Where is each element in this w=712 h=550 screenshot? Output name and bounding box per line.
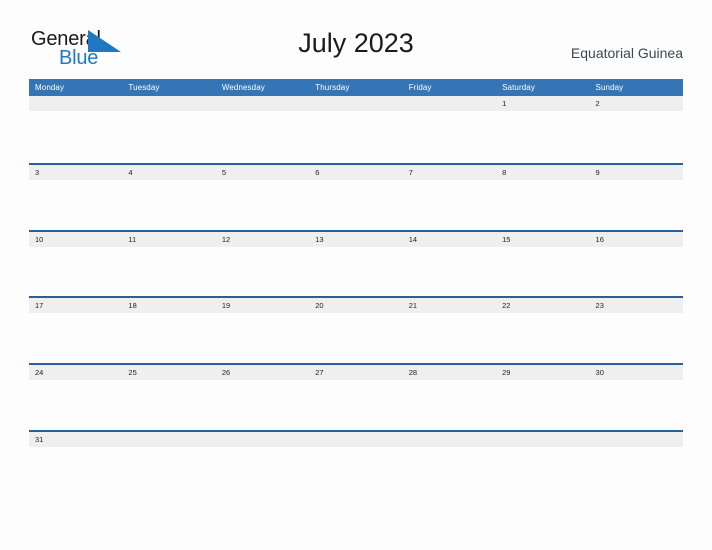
day-cell[interactable]: 13	[309, 232, 402, 247]
calendar-page: General Blue July 2023 Equatorial Guinea…	[0, 0, 712, 550]
day-cell[interactable]	[590, 432, 683, 447]
day-cell[interactable]: 14	[403, 232, 496, 247]
day-cell[interactable]: 6	[309, 165, 402, 180]
week-row: 1 2	[29, 96, 683, 163]
week-date-band: 17 18 19 20 21 22 23	[29, 298, 683, 314]
week-row: 24 25 26 27 28 29 30	[29, 363, 683, 430]
week-note-area[interactable]	[29, 111, 683, 161]
week-note-area[interactable]	[29, 246, 683, 297]
week-note-area[interactable]	[29, 446, 683, 497]
weekday-header-row: Monday Tuesday Wednesday Thursday Friday…	[29, 79, 683, 96]
day-cell[interactable]: 22	[496, 298, 589, 313]
weekday-header-wednesday: Wednesday	[221, 83, 265, 92]
day-cell[interactable]: 1	[496, 96, 589, 111]
day-cell[interactable]: 18	[122, 298, 215, 313]
day-cell[interactable]: 27	[309, 365, 402, 380]
day-cell[interactable]: 11	[122, 232, 215, 247]
weekday-header-saturday: Saturday	[502, 83, 535, 92]
week-date-band: 31	[29, 431, 683, 447]
day-cell[interactable]: 4	[122, 165, 215, 180]
calendar-grid: Monday Tuesday Wednesday Thursday Friday…	[29, 79, 683, 497]
day-cell[interactable]	[122, 432, 215, 447]
day-cell[interactable]	[216, 432, 309, 447]
page-header: General Blue July 2023 Equatorial Guinea	[0, 0, 712, 78]
day-cell[interactable]: 21	[403, 298, 496, 313]
day-cell[interactable]: 17	[29, 298, 122, 313]
week-date-band: 10 11 12 13 14 15 16	[29, 231, 683, 247]
day-cell[interactable]: 25	[122, 365, 215, 380]
day-cell[interactable]: 24	[29, 365, 122, 380]
day-cell[interactable]: 30	[590, 365, 683, 380]
day-cell[interactable]	[216, 96, 309, 111]
week-date-band: 1 2	[29, 96, 683, 111]
week-row: 10 11 12 13 14 15 16	[29, 229, 683, 297]
week-row: 17 18 19 20 21 22 23	[29, 296, 683, 364]
day-cell[interactable]: 10	[29, 232, 122, 247]
day-cell[interactable]: 29	[496, 365, 589, 380]
day-cell[interactable]: 8	[496, 165, 589, 180]
region-label: Equatorial Guinea	[570, 45, 683, 61]
day-cell[interactable]	[309, 432, 402, 447]
weekday-header-friday: Friday	[408, 83, 432, 92]
weekday-header-sunday: Sunday	[595, 83, 624, 92]
week-date-band: 3 4 5 6 7 8 9	[29, 164, 683, 180]
day-cell[interactable]: 7	[403, 165, 496, 180]
weekday-header-monday: Monday	[35, 83, 65, 92]
week-date-band: 24 25 26 27 28 29 30	[29, 365, 683, 381]
day-cell[interactable]	[29, 96, 122, 111]
day-cell[interactable]	[122, 96, 215, 111]
week-note-area[interactable]	[29, 179, 683, 230]
day-cell[interactable]: 3	[29, 165, 122, 180]
day-cell[interactable]: 2	[590, 96, 683, 111]
day-cell[interactable]: 23	[590, 298, 683, 313]
weekday-header-thursday: Thursday	[315, 83, 350, 92]
week-row: 3 4 5 6 7 8 9	[29, 162, 683, 230]
week-note-area[interactable]	[29, 380, 683, 430]
day-cell[interactable]: 12	[216, 232, 309, 247]
weekday-header-tuesday: Tuesday	[128, 83, 160, 92]
day-cell[interactable]	[496, 432, 589, 447]
week-row: 31	[29, 429, 683, 497]
day-cell[interactable]: 26	[216, 365, 309, 380]
day-cell[interactable]	[309, 96, 402, 111]
day-cell[interactable]: 20	[309, 298, 402, 313]
day-cell[interactable]: 31	[29, 432, 122, 447]
day-cell[interactable]: 19	[216, 298, 309, 313]
day-cell[interactable]: 5	[216, 165, 309, 180]
day-cell[interactable]: 15	[496, 232, 589, 247]
week-note-area[interactable]	[29, 313, 683, 364]
day-cell[interactable]: 9	[590, 165, 683, 180]
day-cell[interactable]	[403, 432, 496, 447]
day-cell[interactable]: 16	[590, 232, 683, 247]
day-cell[interactable]: 28	[403, 365, 496, 380]
day-cell[interactable]	[403, 96, 496, 111]
